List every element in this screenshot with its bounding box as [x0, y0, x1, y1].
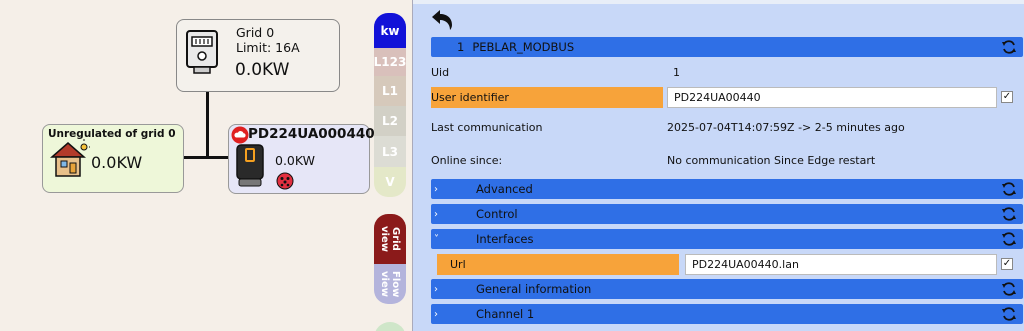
section-general-information-label: General information — [476, 282, 592, 296]
device-number: 1 — [457, 40, 465, 54]
topology-diagram: Grid 0 Limit: 16A 0.0KW Unregulated of g… — [0, 0, 410, 331]
user-identifier-checkbox[interactable]: ✓ — [1001, 91, 1013, 103]
flow-view-label: Flow view — [379, 270, 401, 298]
grid-node-title: Grid 0 — [236, 25, 275, 40]
user-identifier-label: User identifier — [431, 91, 509, 104]
device-header-bar[interactable]: 1 PEBLAR_MODBUS — [431, 37, 1023, 57]
refresh-icon[interactable] — [1001, 181, 1017, 197]
section-channel-1-label: Channel 1 — [476, 307, 535, 321]
section-channel-1[interactable]: › Channel 1 — [431, 304, 1023, 324]
connector-plug-icon — [276, 172, 294, 190]
refresh-icon[interactable] — [1001, 231, 1017, 247]
section-control-label: Control — [476, 207, 518, 221]
wire-grid-vertical — [206, 92, 209, 158]
url-checkbox[interactable]: ✓ — [1001, 258, 1013, 270]
unregulated-node-power: 0.0KW — [91, 153, 143, 172]
tab-l1[interactable]: L1 — [374, 76, 406, 106]
section-interfaces[interactable]: ˅ Interfaces — [431, 229, 1023, 249]
grid-view-button[interactable]: Grid view — [374, 214, 406, 264]
uid-value: 1 — [673, 66, 680, 79]
section-interfaces-label: Interfaces — [476, 232, 534, 246]
tab-v[interactable]: V — [374, 167, 406, 197]
unregulated-node[interactable]: Unregulated of grid 0 0.0KW — [42, 124, 184, 193]
charger-icon — [236, 144, 264, 187]
panel-top-strip — [413, 0, 1024, 4]
section-general-information[interactable]: › General information — [431, 279, 1023, 299]
section-advanced[interactable]: › Advanced — [431, 179, 1023, 199]
charger-node[interactable]: PD224UA000440 0.0KW — [228, 124, 375, 194]
url-input[interactable]: PD224UA00440.lan — [685, 254, 997, 275]
grid-node-limit: Limit: 16A — [236, 40, 300, 55]
back-arrow-icon[interactable] — [429, 8, 455, 32]
cloud-alert-icon — [231, 126, 249, 144]
house-icon — [50, 139, 90, 177]
uid-label: Uid — [431, 66, 450, 79]
refresh-icon[interactable] — [1001, 306, 1017, 322]
charger-node-title: PD224UA000440 — [248, 126, 375, 142]
section-control[interactable]: › Control — [431, 204, 1023, 224]
tab-l2[interactable]: L2 — [374, 106, 406, 136]
grid-node[interactable]: Grid 0 Limit: 16A 0.0KW — [176, 19, 340, 92]
last-communication-label: Last communication — [431, 121, 543, 134]
flow-view-button[interactable]: Flow view — [374, 264, 406, 304]
wire-horizontal — [184, 156, 228, 159]
user-identifier-input[interactable]: PD224UA00440 — [667, 87, 997, 108]
device-panel: 1 PEBLAR_MODBUS Uid 1 User identifier PD… — [412, 0, 1024, 331]
tab-l123[interactable]: L123 — [374, 48, 406, 76]
grid-node-power: 0.0KW — [235, 60, 290, 80]
chevron-right-icon: › — [434, 283, 438, 295]
grid-view-label: Grid view — [379, 226, 401, 252]
url-label-bg — [437, 254, 679, 275]
online-since-label: Online since: — [431, 154, 503, 167]
refresh-icon[interactable] — [1001, 281, 1017, 297]
chevron-right-icon: › — [434, 308, 438, 320]
electric-meter-icon — [186, 30, 218, 74]
chevron-right-icon: › — [434, 183, 438, 195]
last-communication-value: 2025-07-04T14:07:59Z -> 2-5 minutes ago — [667, 121, 905, 134]
online-since-value: No communication Since Edge restart — [667, 154, 876, 167]
device-title: PEBLAR_MODBUS — [472, 40, 575, 54]
tab-kw[interactable]: kw — [374, 13, 406, 48]
refresh-icon[interactable] — [1001, 206, 1017, 222]
section-advanced-label: Advanced — [476, 182, 533, 196]
tab-l3[interactable]: L3 — [374, 136, 406, 167]
charger-node-power: 0.0KW — [275, 153, 315, 168]
refresh-icon[interactable] — [1001, 39, 1017, 55]
chevron-down-icon: ˅ — [434, 233, 439, 245]
chevron-right-icon: › — [434, 208, 438, 220]
url-label: Url — [450, 258, 466, 271]
